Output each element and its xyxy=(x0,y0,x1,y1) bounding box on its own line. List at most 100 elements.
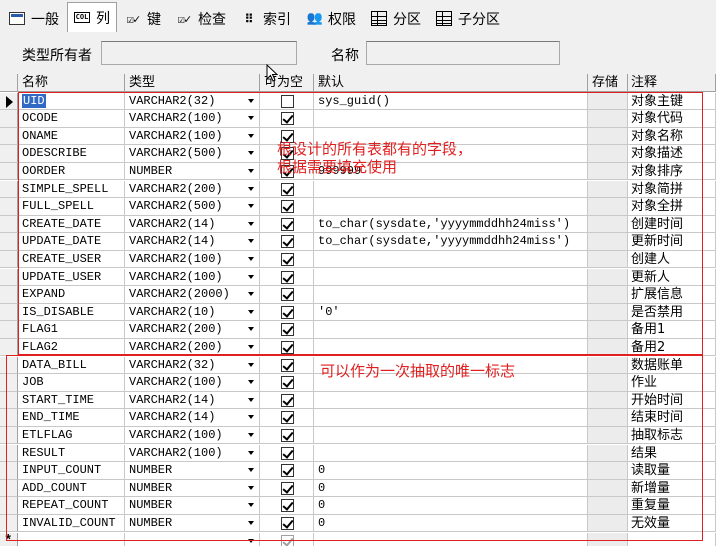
default-value-cell[interactable]: '0' xyxy=(314,303,588,322)
column-type-select[interactable] xyxy=(125,532,260,546)
column-name-cell[interactable]: INVALID_COUNT xyxy=(18,514,125,533)
storage-cell[interactable] xyxy=(588,514,628,533)
default-value-cell[interactable] xyxy=(314,321,588,339)
nullable-checkbox[interactable] xyxy=(281,305,294,319)
row-indicator[interactable] xyxy=(0,110,18,128)
name-input[interactable] xyxy=(366,41,560,65)
row-indicator[interactable] xyxy=(0,321,18,339)
comment-cell[interactable]: 更新时间 xyxy=(628,233,716,251)
table-row[interactable]: EXPAND VARCHAR2(2000) 扩展信息 xyxy=(0,286,716,304)
nullable-checkbox[interactable] xyxy=(281,217,294,231)
column-name-cell[interactable]: ODESCRIBE xyxy=(18,145,125,163)
column-type-select[interactable]: NUMBER xyxy=(125,479,260,498)
row-indicator[interactable] xyxy=(0,338,18,357)
row-indicator[interactable] xyxy=(0,286,18,304)
table-row[interactable]: FLAG1 VARCHAR2(200) 备用1 xyxy=(0,321,716,339)
row-indicator[interactable] xyxy=(0,215,18,234)
table-row[interactable]: FLAG2 VARCHAR2(200) 备用2 xyxy=(0,338,716,357)
table-row[interactable]: ADD_COUNT NUMBER 0 新增量 xyxy=(0,479,716,498)
storage-cell[interactable] xyxy=(588,391,628,410)
nullable-checkbox[interactable] xyxy=(281,481,294,495)
column-name-cell[interactable]: IS_DISABLE xyxy=(18,303,125,322)
header-name[interactable]: 名称 xyxy=(18,74,125,92)
default-value-cell[interactable]: to_char(sysdate,'yyyymmddhh24miss') xyxy=(314,233,588,251)
chevron-down-icon[interactable] xyxy=(248,239,254,244)
nullable-checkbox[interactable] xyxy=(281,182,294,196)
storage-cell[interactable] xyxy=(588,321,628,339)
chevron-down-icon[interactable] xyxy=(248,485,254,490)
table-row[interactable]: UID VARCHAR2(32) sys_guid() 对象主键 xyxy=(0,92,716,111)
column-type-select[interactable]: NUMBER xyxy=(125,162,260,181)
nullable-checkbox[interactable] xyxy=(281,323,294,337)
storage-cell[interactable] xyxy=(588,356,628,375)
storage-cell[interactable] xyxy=(588,127,628,146)
default-value-cell[interactable]: 0 xyxy=(314,462,588,480)
storage-cell[interactable] xyxy=(588,268,628,287)
storage-cell[interactable] xyxy=(588,409,628,427)
chevron-down-icon[interactable] xyxy=(248,204,254,209)
row-indicator[interactable] xyxy=(0,198,18,216)
table-row[interactable]: REPEAT_COUNT NUMBER 0 重复量 xyxy=(0,497,716,515)
comment-cell[interactable]: 读取量 xyxy=(628,462,716,480)
header-type[interactable]: 类型 xyxy=(125,74,260,92)
storage-cell[interactable] xyxy=(588,198,628,216)
table-row[interactable]: CREATE_USER VARCHAR2(100) 创建人 xyxy=(0,250,716,269)
default-value-cell[interactable] xyxy=(314,409,588,427)
column-type-select[interactable]: VARCHAR2(100) xyxy=(125,250,260,269)
storage-cell[interactable] xyxy=(588,444,628,463)
tab-subpartition[interactable]: 子分区 xyxy=(429,4,507,32)
comment-cell[interactable]: 数据账单 xyxy=(628,356,716,375)
comment-cell[interactable]: 无效量 xyxy=(628,514,716,533)
chevron-down-icon[interactable] xyxy=(248,344,254,349)
column-name-cell[interactable]: CREATE_USER xyxy=(18,250,125,269)
column-name-cell[interactable]: SIMPLE_SPELL xyxy=(18,180,125,199)
table-row[interactable]: OCODE VARCHAR2(100) 对象代码 xyxy=(0,110,716,128)
storage-cell[interactable] xyxy=(588,233,628,251)
chevron-down-icon[interactable] xyxy=(248,432,254,437)
storage-cell[interactable] xyxy=(588,250,628,269)
chevron-down-icon[interactable] xyxy=(248,133,254,138)
default-value-cell[interactable] xyxy=(314,180,588,199)
comment-cell[interactable]: 是否禁用 xyxy=(628,303,716,322)
storage-cell[interactable] xyxy=(588,180,628,199)
column-name-cell[interactable]: RESULT xyxy=(18,444,125,463)
storage-cell[interactable] xyxy=(588,215,628,234)
chevron-down-icon[interactable] xyxy=(248,98,254,103)
nullable-checkbox[interactable] xyxy=(281,376,294,390)
row-indicator[interactable] xyxy=(0,391,18,410)
comment-cell[interactable]: 抽取标志 xyxy=(628,426,716,445)
column-type-select[interactable]: NUMBER xyxy=(125,514,260,533)
column-name-cell[interactable]: EXPAND xyxy=(18,286,125,304)
row-indicator[interactable] xyxy=(0,426,18,445)
nullable-checkbox[interactable] xyxy=(281,94,294,108)
column-name-cell[interactable] xyxy=(18,532,125,546)
default-value-cell[interactable]: 0 xyxy=(314,479,588,498)
column-type-select[interactable]: VARCHAR2(10) xyxy=(125,303,260,322)
comment-cell[interactable]: 重复量 xyxy=(628,497,716,515)
nullable-checkbox[interactable] xyxy=(281,340,294,354)
table-row[interactable]: END_TIME VARCHAR2(14) 结束时间 xyxy=(0,409,716,427)
column-name-cell[interactable]: JOB xyxy=(18,374,125,392)
row-indicator[interactable] xyxy=(0,462,18,480)
table-row[interactable]: UPDATE_DATE VARCHAR2(14) to_char(sysdate,'… xyxy=(0,233,716,251)
storage-cell[interactable] xyxy=(588,92,628,111)
default-value-cell[interactable] xyxy=(314,250,588,269)
column-type-select[interactable]: VARCHAR2(14) xyxy=(125,391,260,410)
storage-cell[interactable] xyxy=(588,479,628,498)
comment-cell[interactable]: 备用2 xyxy=(628,338,716,357)
row-indicator[interactable] xyxy=(0,479,18,498)
column-name-cell[interactable]: ADD_COUNT xyxy=(18,479,125,498)
nullable-checkbox[interactable] xyxy=(281,534,294,546)
storage-cell[interactable] xyxy=(588,286,628,304)
chevron-down-icon[interactable] xyxy=(248,168,254,173)
comment-cell[interactable]: 对象主键 xyxy=(628,92,716,111)
chevron-down-icon[interactable] xyxy=(248,362,254,367)
column-name-cell[interactable]: FLAG2 xyxy=(18,338,125,357)
storage-cell[interactable] xyxy=(588,497,628,515)
nullable-checkbox[interactable] xyxy=(281,516,294,530)
comment-cell[interactable]: 结束时间 xyxy=(628,409,716,427)
nullable-checkbox[interactable] xyxy=(281,288,294,302)
column-type-select[interactable]: VARCHAR2(500) xyxy=(125,145,260,163)
table-row[interactable]: ETLFLAG VARCHAR2(100) 抽取标志 xyxy=(0,426,716,445)
column-type-select[interactable]: VARCHAR2(500) xyxy=(125,198,260,216)
